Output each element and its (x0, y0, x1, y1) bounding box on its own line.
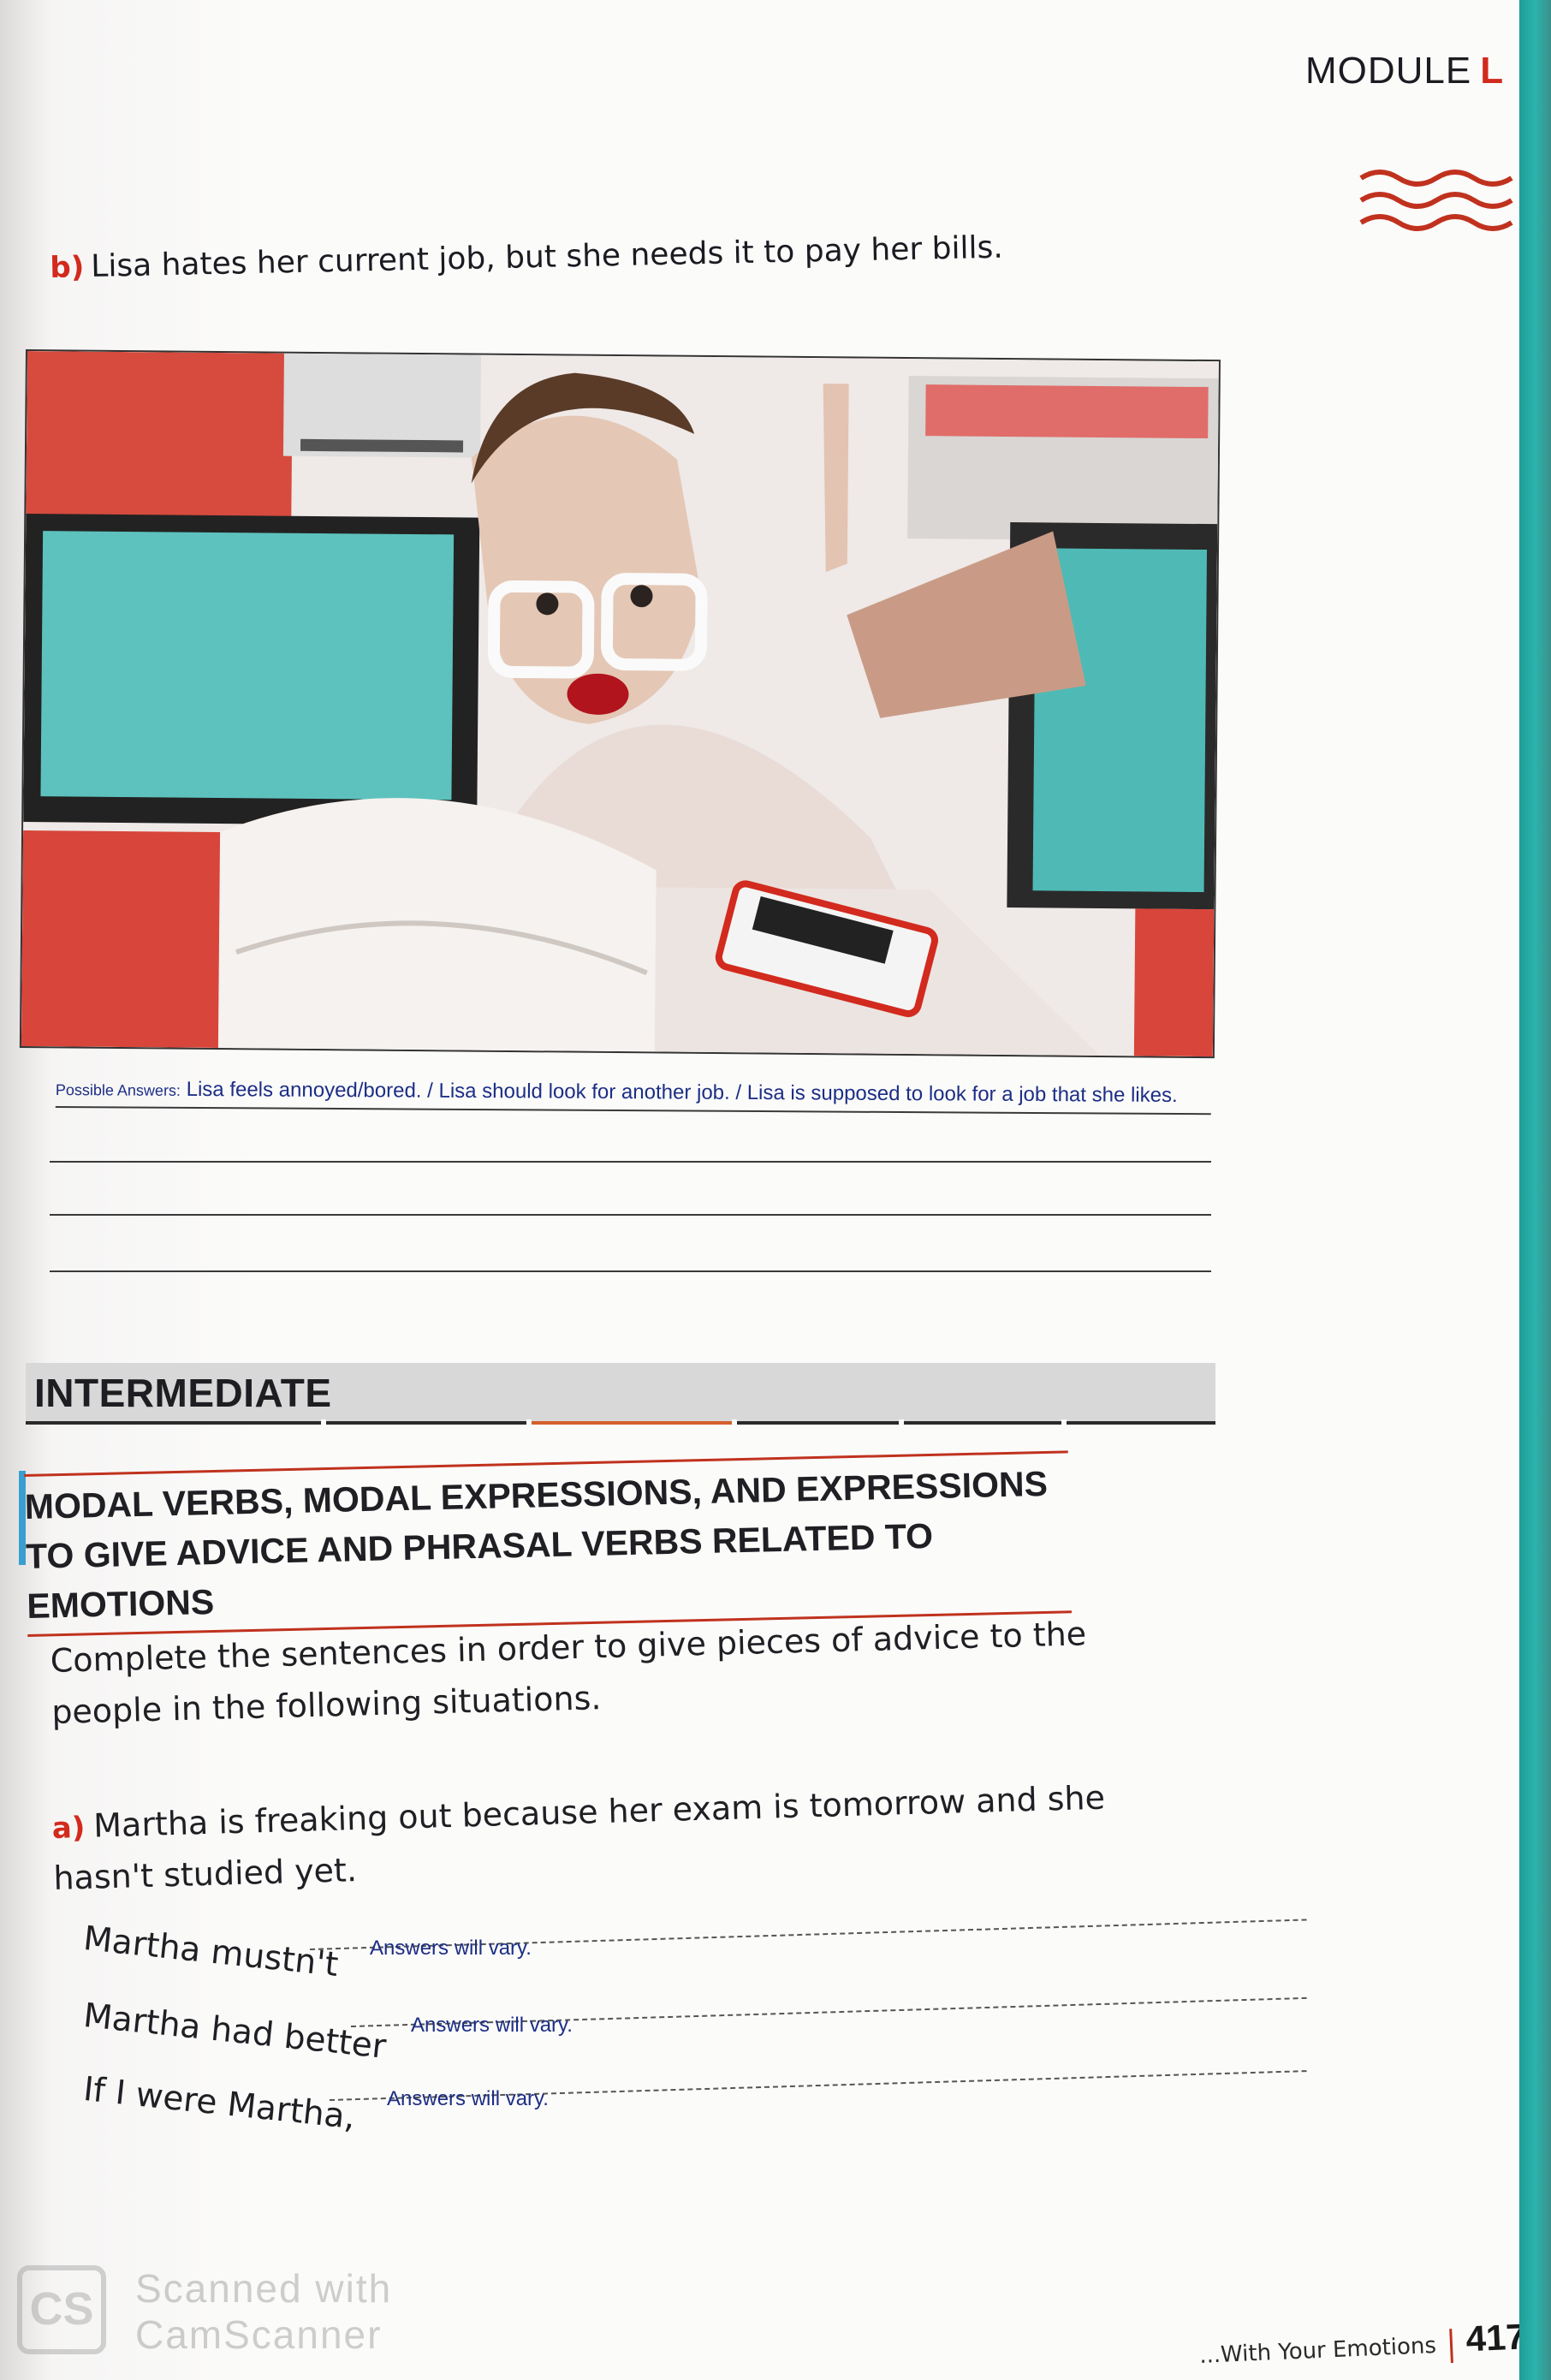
completion-item[interactable]: If I were Martha, Answers will vary. (81, 2070, 1307, 2137)
answer-hint: Answers will vary. (370, 1937, 532, 1960)
writing-line (50, 1270, 1211, 1272)
wave-decoration-icon (1359, 170, 1513, 231)
exercise-b-marker: b) (50, 250, 85, 285)
level-accent-segment (526, 1421, 732, 1425)
completion-stem: Martha mustn't (81, 1919, 341, 1985)
exercise-a-text: Martha is freaking out because her exam … (52, 1778, 1106, 1897)
completion-stem: If I were Martha, (81, 2070, 358, 2138)
module-label: MODULE (1305, 50, 1472, 92)
divider-gap (1061, 1419, 1067, 1426)
level-title: INTERMEDIATE (34, 1371, 332, 1415)
camscanner-logo-icon: CS (17, 2265, 106, 2354)
exercise-b-answers: Possible Answers: Lisa feels annoyed/bor… (55, 1077, 1211, 1116)
answer-hint: Answers will vary. (411, 2014, 573, 2037)
footer-chapter: ...With Your Emotions (1198, 2332, 1437, 2369)
module-letter: L (1480, 50, 1505, 92)
footer-separator (1449, 2328, 1453, 2363)
section-title: MODAL VERBS, MODAL EXPRESSIONS, AND EXPR… (24, 1450, 1072, 1637)
page-number: 417 (1465, 2316, 1527, 2359)
completion-item[interactable]: Martha mustn't Answers will vary. (81, 1919, 1307, 1984)
writing-line (50, 1161, 1211, 1163)
page-footer: ...With Your Emotions 417 (1198, 2316, 1527, 2373)
book-edge (1519, 0, 1551, 2380)
divider-gap (526, 1419, 532, 1426)
divider-gap (899, 1419, 904, 1426)
completion-stem: Martha had better (81, 1996, 389, 2067)
exercise-b-text: Lisa hates her current job, but she need… (90, 229, 1004, 284)
completion-item[interactable]: Martha had better Answers will vary. (81, 1996, 1307, 2067)
module-header: MODULE L (1305, 50, 1504, 92)
answer-hint: Answers will vary. (387, 2087, 549, 2110)
watermark-line2: CamScanner (135, 2312, 383, 2357)
stressed-woman-photo (19, 349, 1221, 1059)
answers-text: Lisa feels annoyed/bored. / Lisa should … (186, 1077, 1178, 1108)
answers-label: Possible Answers: (55, 1080, 181, 1099)
level-banner: INTERMEDIATE (26, 1363, 1215, 1426)
exercise-a-prompt: a) Martha is freaking out because her exa… (51, 1772, 1132, 1903)
textbook-page: MODULE L b) Lisa hates her current job, bu… (0, 0, 1527, 2380)
exercise-a-marker: a) (51, 1810, 86, 1846)
exercise-b-prompt: b) Lisa hates her current job, but she ne… (50, 230, 1003, 285)
watermark-line1: Scanned with (135, 2266, 393, 2311)
writing-line (50, 1214, 1211, 1216)
divider-gap (732, 1419, 737, 1426)
divider-gap (321, 1419, 326, 1426)
